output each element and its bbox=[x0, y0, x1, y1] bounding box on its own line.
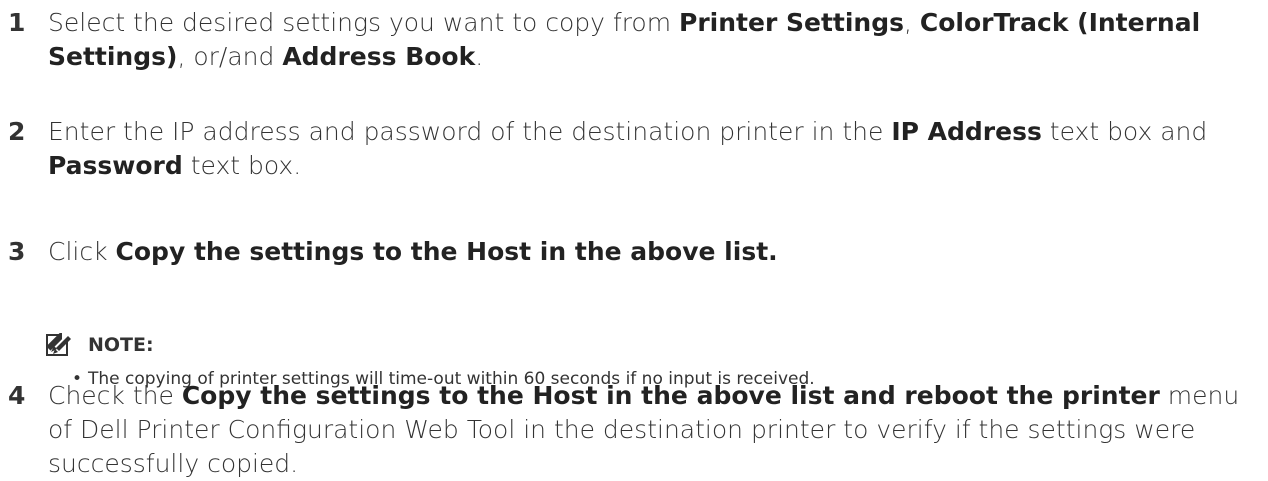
note-label: NOTE: bbox=[88, 334, 154, 356]
step-2: 2 Enter the IP address and password of t… bbox=[8, 115, 1258, 183]
step-text-run: . bbox=[475, 42, 484, 71]
step-text-run: , or/and bbox=[177, 42, 283, 71]
step-number: 2 bbox=[8, 117, 26, 146]
bold-ui-term: Copy the settings to the Host in the abo… bbox=[181, 381, 1160, 410]
bold-ui-term: Password bbox=[48, 151, 183, 180]
step-text-run: Click bbox=[48, 237, 116, 266]
step-text: Enter the IP address and password of the… bbox=[48, 115, 1258, 183]
note-pencil-icon bbox=[46, 333, 72, 356]
bold-ui-term: Address Book bbox=[282, 42, 476, 71]
step-text-run: text box. bbox=[182, 151, 302, 180]
bold-ui-term: Printer Settings bbox=[679, 8, 904, 37]
step-text-run: Enter the IP address and password of the… bbox=[48, 117, 892, 146]
step-text-run: text box and bbox=[1041, 117, 1208, 146]
bold-ui-term: Copy the settings to the Host in the abo… bbox=[115, 237, 778, 266]
step-text: Click Copy the settings to the Host in t… bbox=[48, 235, 1258, 269]
step-text: Select the desired settings you want to … bbox=[48, 6, 1258, 74]
step-4: 4 Check the Copy the settings to the Hos… bbox=[8, 379, 1258, 481]
step-text-run: , bbox=[904, 8, 920, 37]
step-text-run: Check the bbox=[48, 381, 182, 410]
bold-ui-term: IP Address bbox=[891, 117, 1042, 146]
step-3: 3 Click Copy the settings to the Host in… bbox=[8, 235, 1258, 269]
step-1: 1 Select the desired settings you want t… bbox=[8, 6, 1258, 74]
step-text: Check the Copy the settings to the Host … bbox=[48, 379, 1258, 481]
step-number: 4 bbox=[8, 381, 26, 410]
step-text-run: Select the desired settings you want to … bbox=[48, 8, 680, 37]
step-number: 3 bbox=[8, 237, 26, 266]
note-header: NOTE: bbox=[46, 333, 1246, 357]
step-number: 1 bbox=[8, 8, 26, 37]
